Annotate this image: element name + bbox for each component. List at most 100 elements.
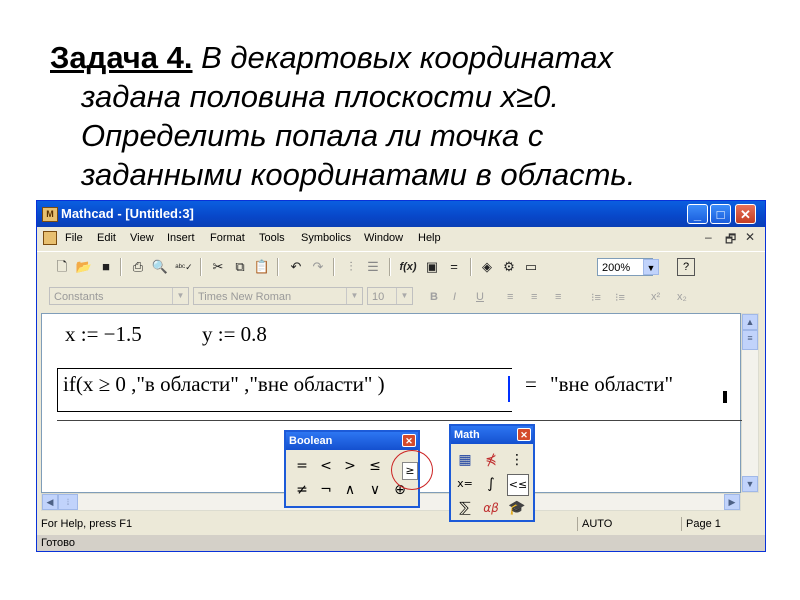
print-preview-icon[interactable]: 🔍 — [151, 257, 169, 277]
bullets-icon[interactable]: ⁝≡ — [591, 291, 601, 304]
numbering-icon[interactable]: ⁝≡ — [615, 291, 625, 304]
mdi-restore-button[interactable]: 🗗 — [725, 230, 736, 251]
menu-format[interactable]: Format — [210, 232, 245, 244]
bold-button[interactable]: B — [430, 291, 438, 303]
underline-button[interactable]: U — [476, 291, 484, 303]
spell-check-icon[interactable]: ᵃᵇᶜ✓ — [173, 257, 195, 277]
document-icon[interactable] — [43, 231, 57, 245]
scroll-thumb[interactable]: ≡ — [742, 330, 758, 350]
math-palette: Math ✕ ▦ ⋠ ⋮ x= ∫ <≤ ⅀ αβ 🎓 — [449, 424, 535, 522]
graph-icon[interactable]: ⋠ — [481, 450, 501, 470]
boolean-palette-close-icon[interactable]: ✕ — [402, 434, 416, 447]
menu-tools[interactable]: Tools — [259, 232, 285, 244]
menu-file[interactable]: File — [65, 232, 83, 244]
edit-cursor — [508, 376, 510, 402]
less-than-button[interactable]: < — [316, 456, 336, 476]
undo-icon[interactable]: ↶ — [287, 257, 305, 277]
math-palette-close-icon[interactable]: ✕ — [517, 428, 531, 441]
status-bar-ready: Готово — [37, 535, 765, 551]
toolbar-separator — [200, 258, 202, 276]
insert-function-icon[interactable]: f(x) — [397, 257, 419, 277]
scroll-down-icon[interactable]: ▼ — [742, 476, 758, 492]
and-button[interactable]: ∧ — [340, 480, 360, 500]
menu-bar: File Edit View Insert Format Tools Symbo… — [37, 227, 765, 249]
not-equal-button[interactable]: ≠ — [292, 480, 312, 500]
status-help-text: For Help, press F1 — [41, 518, 133, 530]
math-palette-title[interactable]: Math ✕ — [451, 426, 533, 444]
calculus-icon[interactable]: ∫ — [481, 474, 501, 494]
vertical-scrollbar[interactable]: ▲ ≡ ▼ — [741, 313, 759, 493]
italic-button[interactable]: I — [453, 291, 456, 303]
status-page: Page 1 — [681, 517, 761, 531]
new-icon[interactable]: 🗋 — [53, 257, 71, 277]
title-bar[interactable]: M Mathcad - [Untitled:3] _ □ ✕ — [37, 201, 765, 227]
redo-icon[interactable]: ↷ — [309, 257, 327, 277]
maximize-button[interactable]: □ — [710, 204, 731, 224]
open-icon[interactable]: 📂 — [75, 257, 93, 277]
scroll-right-icon[interactable]: ▶ — [724, 494, 740, 510]
zoom-dropdown-button[interactable]: ▼ — [643, 259, 659, 275]
menu-symbolics[interactable]: Symbolics — [301, 232, 351, 244]
not-button[interactable]: ¬ — [316, 480, 336, 500]
align-down-icon[interactable]: ☰ — [364, 257, 382, 277]
programming-icon[interactable]: ⅀ — [455, 498, 475, 518]
align-center-icon[interactable]: ≡ — [531, 291, 537, 303]
or-button[interactable]: ∨ — [365, 480, 385, 500]
menu-view[interactable]: View — [130, 232, 154, 244]
menu-help[interactable]: Help — [418, 232, 441, 244]
resource-center-icon[interactable]: ◈ — [478, 257, 496, 277]
cut-icon[interactable]: ✂ — [209, 257, 227, 277]
hyperlink-icon[interactable]: ▭ — [522, 257, 540, 277]
toolbar-separator — [120, 258, 122, 276]
align-across-icon[interactable]: ⫶ — [342, 257, 360, 277]
mathcad-app-icon[interactable]: M — [42, 207, 58, 222]
chevron-down-icon[interactable]: ▼ — [346, 288, 362, 304]
equal-bool-button[interactable]: = — [292, 456, 312, 476]
component-icon[interactable]: ⚙ — [500, 257, 518, 277]
subscript-button[interactable]: x₂ — [677, 291, 687, 303]
style-select[interactable]: Constants ▼ — [49, 287, 189, 305]
menu-edit[interactable]: Edit — [97, 232, 116, 244]
slide-heading: Задача 4. В декартовых координатах задан… — [50, 38, 750, 194]
copy-icon[interactable]: ⧉ — [231, 257, 249, 277]
menu-window[interactable]: Window — [364, 232, 403, 244]
greater-than-button[interactable]: > — [340, 456, 360, 476]
toolbar-separator — [277, 258, 279, 276]
matrix-icon[interactable]: ⋮ — [507, 450, 527, 470]
calculate-icon[interactable]: = — [445, 257, 463, 277]
status-bar: For Help, press F1 AUTO Page 1 — [37, 515, 765, 533]
paste-icon[interactable]: 📋 — [253, 257, 271, 277]
font-size-value: 10 — [372, 291, 385, 303]
x-assignment[interactable]: x := −1.5 — [65, 322, 142, 347]
mdi-close-button[interactable]: ✕ — [745, 230, 755, 244]
less-equal-button[interactable]: ≤ — [365, 456, 385, 476]
region-marker — [723, 391, 727, 403]
align-right-icon[interactable]: ≡ — [555, 291, 561, 303]
hscroll-thumb[interactable]: ⦙ — [58, 494, 78, 510]
heading-line-3: Определить попала ли точка с — [81, 118, 544, 153]
greek-icon[interactable]: αβ — [481, 498, 501, 518]
symbolic-icon[interactable]: 🎓 — [507, 498, 527, 518]
menu-insert[interactable]: Insert — [167, 232, 195, 244]
boolean-toolbar-icon[interactable]: <≤ — [507, 474, 529, 496]
toolbar-separator — [333, 258, 335, 276]
insert-unit-icon[interactable]: ▣ — [423, 257, 441, 277]
y-assignment[interactable]: y := 0.8 — [202, 322, 267, 347]
help-button[interactable]: ? — [677, 258, 695, 276]
font-select[interactable]: Times New Roman ▼ — [193, 287, 363, 305]
minimize-button[interactable]: _ — [687, 204, 708, 224]
align-left-icon[interactable]: ≡ — [507, 291, 513, 303]
close-button[interactable]: ✕ — [735, 204, 756, 224]
evaluation-icon[interactable]: x= — [455, 474, 475, 494]
chevron-down-icon[interactable]: ▼ — [396, 288, 412, 304]
scroll-left-icon[interactable]: ◀ — [42, 494, 58, 510]
scroll-up-icon[interactable]: ▲ — [742, 314, 758, 330]
chevron-down-icon[interactable]: ▼ — [172, 288, 188, 304]
mdi-minimize-button[interactable]: – — [705, 230, 712, 244]
superscript-button[interactable]: x² — [651, 291, 660, 303]
print-icon[interactable]: ⎙ — [129, 257, 147, 277]
font-size-select[interactable]: 10 ▼ — [367, 287, 413, 305]
calculator-icon[interactable]: ▦ — [455, 450, 475, 470]
boolean-palette-title[interactable]: Boolean ✕ — [286, 432, 418, 450]
save-icon[interactable]: ■ — [97, 257, 115, 277]
